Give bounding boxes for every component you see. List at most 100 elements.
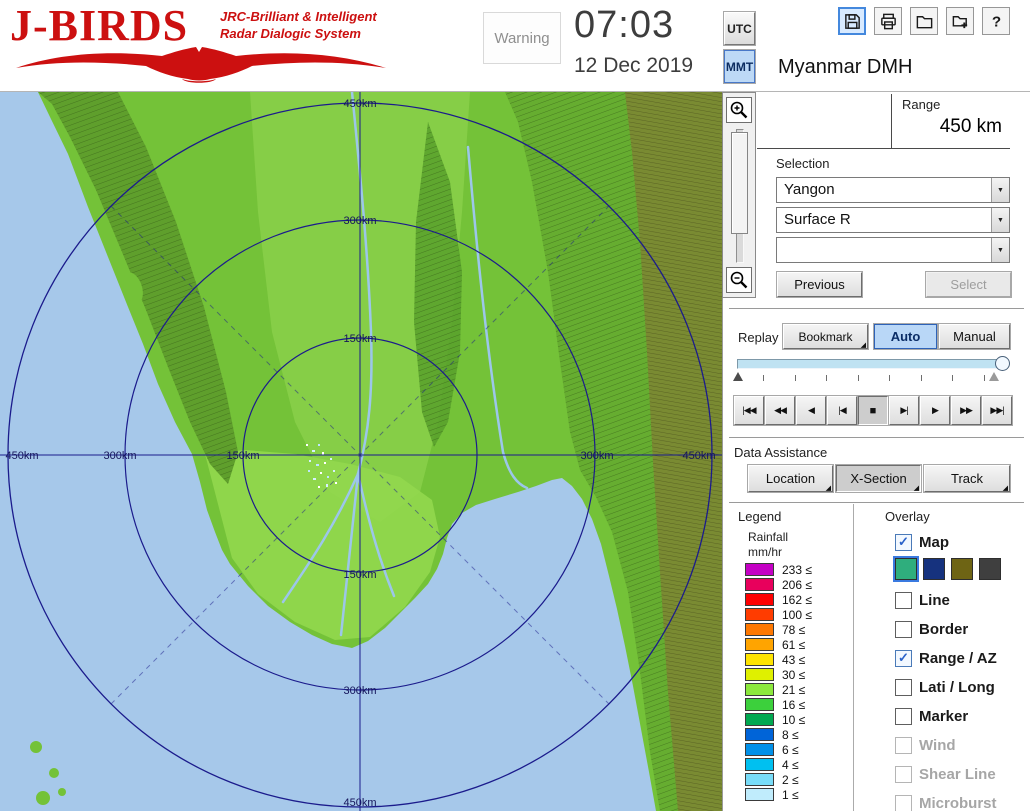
legend-value: 8 ≤ [782,728,799,742]
chevron-down-icon: ▼ [997,217,1004,224]
checkbox-map[interactable]: ✓ [895,534,912,551]
legend-row: 162 ≤ [745,592,812,607]
overlay-item-line[interactable]: Line [895,588,950,612]
overlay-item-map[interactable]: ✓ Map [895,530,949,554]
zoom-slider-track[interactable] [736,129,744,263]
checkbox-range-az[interactable]: ✓ [895,650,912,667]
zoom-slider-thumb[interactable] [731,132,748,234]
export-image-button[interactable] [946,7,974,35]
overlay-item-border[interactable]: Border [895,617,968,641]
option-dropdown[interactable]: ▼ [776,237,1010,263]
legend-color-swatch [745,758,774,771]
print-button[interactable] [874,7,902,35]
range-ring-label: 300km [343,685,376,697]
zoom-out-icon [729,270,749,290]
legend-value: 100 ≤ [782,608,812,622]
legend-color-swatch [745,743,774,756]
utc-button[interactable]: UTC [724,12,755,45]
legend-color-swatch [745,563,774,576]
overlay-item-label: Line [919,592,950,609]
clock-date: 12 Dec 2019 [574,54,693,78]
overlay-item-label: Wind [919,737,956,754]
checkbox-lati-long[interactable] [895,679,912,696]
step-back-button[interactable]: |◀ [827,396,857,425]
radar-map[interactable]: 450km 300km 150km 150km 300km 450km 450k… [0,92,722,811]
overlay-item-marker[interactable]: Marker [895,704,968,728]
replay-slider-thumb[interactable] [995,356,1010,371]
overlay-item-label: Range / AZ [919,650,997,667]
legend-value: 43 ≤ [782,653,805,667]
x-section-button[interactable]: X-Section ◢ [836,465,921,492]
map-style-swatch[interactable] [923,558,945,580]
overlay-item-label: Map [919,534,949,551]
help-icon: ? [987,12,1006,31]
overlay-item-label: Lati / Long [919,679,995,696]
legend-row: 8 ≤ [745,727,812,742]
overlay-item-lati-long[interactable]: Lati / Long [895,675,995,699]
zoom-out-button[interactable] [726,267,752,293]
stop-button[interactable]: ■ [858,396,888,425]
legend-value: 30 ≤ [782,668,805,682]
fast-forward-button[interactable]: ▶▶ [951,396,981,425]
mmt-button[interactable]: MMT [724,50,755,83]
range-ring-label: 150km [226,450,259,462]
legend-color-swatch [745,593,774,606]
overlay-item-shear-line: Shear Line [895,762,996,786]
legend-color-swatch [745,728,774,741]
timeline-ticks [763,375,985,381]
corner-arrow-icon: ◢ [861,341,866,349]
station-title: Myanmar DMH [778,56,912,79]
overlay-label: Overlay [885,509,930,524]
legend-row: 10 ≤ [745,712,812,727]
range-ring-label: 150km [343,333,376,345]
zoom-in-button[interactable] [726,97,752,123]
logo-title: J-BIRDS [10,0,188,51]
control-sidebar: Range 450 km Selection Yangon ▼ Surface … [722,92,1030,811]
map-style-swatch[interactable] [951,558,973,580]
play-reverse-button[interactable]: ◀ [796,396,826,425]
site-dropdown-value: Yangon [777,178,1009,202]
legend-color-swatch [745,698,774,711]
product-dropdown-value: Surface R [777,208,1009,232]
legend-unit-line1: Rainfall [748,530,788,545]
manual-button[interactable]: Manual [939,324,1010,349]
x-section-button-label: X-Section [850,471,906,486]
map-style-swatch[interactable] [895,558,917,580]
toolbar: ? [838,7,1010,35]
legend-row: 100 ≤ [745,607,812,622]
skip-to-end-button[interactable]: ▶▶| [982,396,1012,425]
map-style-swatch[interactable] [979,558,1001,580]
location-button[interactable]: Location ◢ [748,465,833,492]
replay-timeline-slider[interactable] [737,359,1007,369]
checkbox-border[interactable] [895,621,912,638]
checkbox-shear-line [895,766,912,783]
legend-value: 233 ≤ [782,563,812,577]
open-folder-button[interactable] [910,7,938,35]
previous-button[interactable]: Previous [777,272,862,297]
checkbox-marker[interactable] [895,708,912,725]
step-forward-button[interactable]: ▶| [889,396,919,425]
track-button[interactable]: Track ◢ [924,465,1010,492]
site-dropdown[interactable]: Yangon ▼ [776,177,1010,203]
legend-row: 21 ≤ [745,682,812,697]
legend-label: Legend [738,509,781,524]
legend-color-swatch [745,773,774,786]
divider [729,502,1024,504]
auto-button[interactable]: Auto [874,324,937,349]
bookmark-button[interactable]: Bookmark ◢ [783,324,868,349]
save-button[interactable] [838,7,866,35]
legend-color-swatch [745,608,774,621]
help-button[interactable]: ? [982,7,1010,35]
fast-rewind-button[interactable]: ◀◀ [765,396,795,425]
skip-to-start-button[interactable]: |◀◀ [734,396,764,425]
checkbox-line[interactable] [895,592,912,609]
legend-value: 162 ≤ [782,593,812,607]
select-button[interactable]: Select [926,272,1011,297]
eagle-logo-icon [12,46,390,84]
legend-value: 2 ≤ [782,773,799,787]
legend-unit: Rainfall mm/hr [748,530,788,560]
folder-plus-icon [951,12,970,31]
play-button[interactable]: ▶ [920,396,950,425]
overlay-item-range-az[interactable]: ✓ Range / AZ [895,646,997,670]
product-dropdown[interactable]: Surface R ▼ [776,207,1010,233]
